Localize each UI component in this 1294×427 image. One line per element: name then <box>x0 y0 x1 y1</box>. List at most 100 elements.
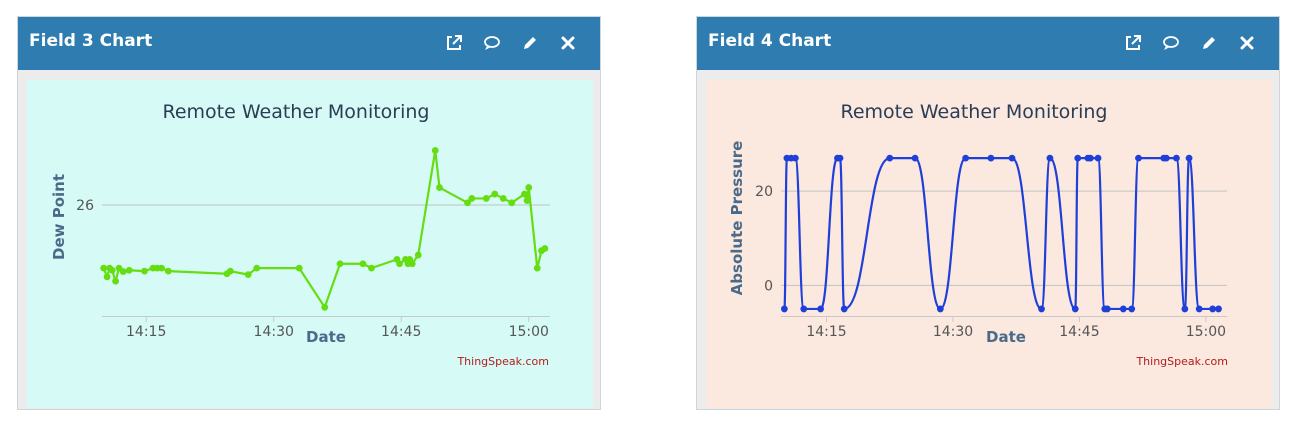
data-point <box>523 197 531 205</box>
data-point <box>408 260 416 268</box>
field-4-chart-widget: Field 4 Chart 14:15 14:30 14:45 15:00 0 20 R… <box>696 16 1280 410</box>
data-point <box>491 190 499 198</box>
x-tick-label: 14:30 <box>933 324 973 340</box>
x-tick-label: 15:00 <box>509 324 549 340</box>
x-tick-label: 14:15 <box>806 324 846 340</box>
data-point <box>541 245 549 252</box>
data-point <box>1209 305 1217 313</box>
x-tick-label: 14:45 <box>1059 324 1099 340</box>
data-point <box>936 305 944 313</box>
widget-title: Field 3 Chart <box>29 31 153 51</box>
data-point <box>482 195 490 202</box>
data-point <box>1195 305 1203 313</box>
data-point <box>533 264 541 272</box>
data-point <box>396 260 403 268</box>
data-point <box>321 303 329 311</box>
data-point <box>431 147 439 154</box>
external-link-icon[interactable] <box>1122 32 1143 53</box>
data-point <box>1103 305 1111 313</box>
widget-actions <box>1122 32 1257 53</box>
chart-body: 14:15 14:30 14:45 15:00 26 Remote Weather M… <box>27 80 593 408</box>
data-point <box>499 195 507 202</box>
data-point <box>1215 305 1222 313</box>
field-3-chart-widget: Field 3 Chart 14:15 14:30 14:45 15:00 26 Re… <box>17 16 601 410</box>
data-point <box>244 271 252 279</box>
data-point <box>253 264 261 272</box>
data-point <box>158 264 165 272</box>
y-axis-label: Absolute Pressure <box>728 141 746 296</box>
widget-header: Field 3 Chart <box>18 17 600 70</box>
data-point <box>1119 305 1127 313</box>
x-tick-label: 14:30 <box>254 324 294 340</box>
comment-icon[interactable] <box>481 32 502 53</box>
data-point <box>508 199 516 207</box>
pencil-icon[interactable] <box>519 32 540 53</box>
data-point <box>112 277 120 285</box>
chart-title: Remote Weather Monitoring <box>841 101 1108 123</box>
x-tick-label: 15:00 <box>1186 324 1226 340</box>
data-point <box>414 251 422 259</box>
x-axis-label: Date <box>986 328 1026 346</box>
data-point <box>1038 305 1045 313</box>
data-point <box>840 305 848 313</box>
data-point <box>100 264 108 272</box>
data-point <box>295 264 303 272</box>
data-point <box>336 260 344 268</box>
chart-credit[interactable]: ThingSpeak.com <box>1135 355 1228 368</box>
chart-credit[interactable]: ThingSpeak.com <box>456 355 549 368</box>
data-point <box>1185 154 1193 162</box>
chart-title: Remote Weather Monitoring <box>163 101 430 123</box>
data-point <box>1046 154 1054 162</box>
y-tick-label: 26 <box>76 198 94 214</box>
data-point <box>1008 154 1016 162</box>
dew-point-chart: 14:15 14:30 14:45 15:00 26 Remote Weather M… <box>27 80 593 408</box>
data-point <box>962 154 970 162</box>
data-point <box>108 266 116 274</box>
chart-body: 14:15 14:30 14:45 15:00 0 20 Remote Weather … <box>706 80 1272 408</box>
data-point <box>436 184 443 191</box>
data-point <box>525 184 533 191</box>
data-point <box>141 267 148 275</box>
y-tick-label: 20 <box>755 184 773 200</box>
data-point <box>1087 154 1094 162</box>
data-point <box>1173 154 1180 162</box>
data-point <box>791 154 799 162</box>
data-point <box>468 195 476 202</box>
data-point <box>103 273 111 281</box>
data-point <box>521 190 528 198</box>
x-tick-label: 14:15 <box>126 324 166 340</box>
data-point <box>1128 305 1136 313</box>
x-tick-label: 14:45 <box>381 324 421 340</box>
widget-actions <box>443 32 578 53</box>
data-point <box>836 154 844 162</box>
data-point <box>1071 305 1079 313</box>
data-point <box>1162 154 1170 162</box>
data-point <box>1181 305 1189 313</box>
pencil-icon[interactable] <box>1198 32 1219 53</box>
data-point <box>164 267 172 275</box>
widget-header: Field 4 Chart <box>697 17 1279 70</box>
close-icon[interactable] <box>557 32 578 53</box>
y-axis-label: Dew Point <box>50 174 68 260</box>
data-point <box>125 266 133 274</box>
data-point <box>119 268 127 275</box>
data-point <box>226 267 234 275</box>
data-point <box>987 154 995 162</box>
data-point <box>1135 154 1142 162</box>
comment-icon[interactable] <box>1160 32 1181 53</box>
data-point <box>817 305 825 313</box>
data-point <box>359 260 367 268</box>
data-point <box>1074 154 1082 162</box>
data-point <box>368 264 375 272</box>
close-icon[interactable] <box>1236 32 1257 53</box>
y-tick-label: 0 <box>764 278 773 294</box>
absolute-pressure-chart: 14:15 14:30 14:45 15:00 0 20 Remote Weather … <box>706 80 1272 408</box>
data-point <box>800 305 808 313</box>
data-point <box>1094 154 1102 162</box>
x-axis-label: Date <box>306 328 346 346</box>
data-point <box>886 154 894 162</box>
widget-title: Field 4 Chart <box>708 31 832 51</box>
data-point <box>911 154 919 162</box>
data-point <box>780 305 788 313</box>
external-link-icon[interactable] <box>443 32 464 53</box>
